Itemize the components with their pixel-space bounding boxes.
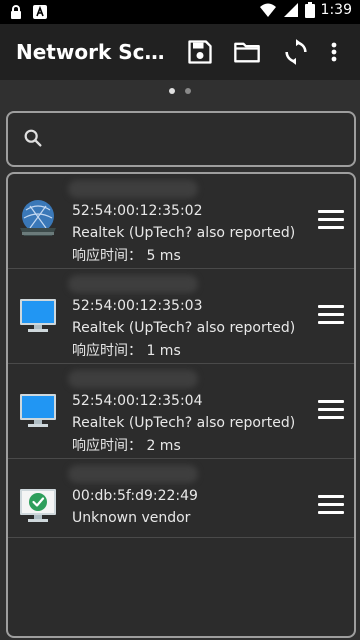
device-mac: 52:54:00:12:35:02 [72, 203, 203, 219]
device-vendor: Realtek (UpTech? also reported) [72, 225, 296, 241]
row-menu-icon[interactable] [318, 305, 344, 327]
more-vert-icon[interactable] [324, 38, 344, 66]
blurred-ip [68, 465, 198, 483]
monitor-icon [20, 394, 56, 427]
refresh-icon[interactable] [282, 38, 310, 66]
folder-icon[interactable] [233, 38, 261, 66]
device-list: 52:54:00:12:35:02 Realtek (UpTech? also … [6, 172, 356, 638]
app-bar: Network Scanner [0, 24, 360, 80]
status-time: 1:39 [320, 2, 352, 18]
blurred-ip [68, 275, 198, 293]
save-icon[interactable] [186, 38, 214, 66]
device-mac: 52:54:00:12:35:03 [72, 298, 203, 314]
device-row[interactable]: 52:54:00:12:35:04 Realtek (UpTech? also … [8, 364, 354, 459]
device-response-time: 响应时间： 5 ms [72, 248, 181, 264]
page-dot-1[interactable] [169, 88, 175, 94]
row-menu-icon[interactable] [318, 495, 344, 517]
device-vendor: Realtek (UpTech? also reported) [72, 320, 296, 336]
signal-icon [283, 3, 298, 17]
blurred-ip [68, 370, 198, 388]
blurred-ip [68, 180, 198, 198]
device-vendor: Unknown vendor [72, 510, 191, 526]
device-response-time: 响应时间： 1 ms [72, 343, 181, 359]
status-bar: 1:39 [0, 0, 360, 24]
router-icon [20, 200, 56, 236]
page-dot-2[interactable] [185, 88, 191, 94]
monitor-icon [20, 299, 56, 332]
device-vendor: Realtek (UpTech? also reported) [72, 415, 296, 431]
battery-icon [304, 2, 315, 18]
search-box[interactable] [6, 111, 356, 167]
device-row[interactable]: 52:54:00:12:35:03 Realtek (UpTech? also … [8, 269, 354, 364]
this-device-check-icon [20, 489, 56, 522]
device-row[interactable]: 00:db:5f:d9:22:49 Unknown vendor [8, 459, 354, 538]
app-title: Network Scanner [16, 40, 176, 64]
wifi-icon [259, 3, 276, 17]
row-menu-icon[interactable] [318, 210, 344, 232]
device-row[interactable]: 52:54:00:12:35:02 Realtek (UpTech? also … [8, 174, 354, 269]
search-input[interactable] [54, 125, 348, 153]
a-notification-icon [33, 5, 47, 19]
device-mac: 00:db:5f:d9:22:49 [72, 488, 198, 504]
device-mac: 52:54:00:12:35:04 [72, 393, 203, 409]
device-response-time: 响应时间： 2 ms [72, 438, 181, 454]
search-icon [24, 129, 42, 147]
lock-icon [11, 5, 21, 19]
row-menu-icon[interactable] [318, 400, 344, 422]
page-indicator [0, 88, 360, 100]
